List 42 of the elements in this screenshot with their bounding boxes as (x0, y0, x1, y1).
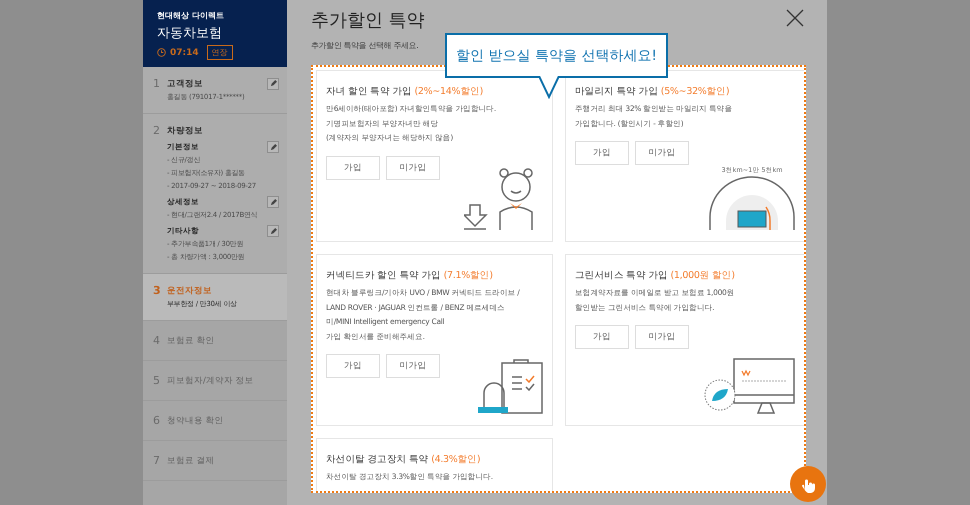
tooltip-bubble: 할인 받으실 특약을 선택하세요! (445, 33, 668, 78)
step-number: 5 (153, 374, 161, 387)
extend-button[interactable]: 연장 (206, 45, 233, 60)
option-button[interactable]: 미가입 (386, 156, 440, 180)
close-icon[interactable] (785, 8, 805, 28)
edit-button[interactable] (267, 225, 279, 237)
clipboard-siren-drawing (478, 359, 544, 415)
touch-button[interactable] (790, 466, 826, 502)
step-number: 4 (153, 334, 161, 347)
tooltip-tail-icon (539, 76, 559, 99)
option-button[interactable]: 가입 (326, 156, 380, 180)
modal-subtitle: 추가할인 특약을 선택해 주세요. (311, 40, 418, 51)
option-button[interactable]: 가입 (326, 354, 380, 378)
option-title: 마일리지 특약 가입 (5%~32%할인) (575, 85, 730, 98)
option-button[interactable]: 미가입 (635, 325, 689, 349)
clock-icon (157, 48, 166, 57)
pencil-icon (270, 80, 276, 87)
edit-button[interactable] (267, 196, 279, 208)
option-button[interactable]: 미가입 (386, 354, 440, 378)
step-number: 6 (153, 414, 161, 427)
option-title: 커넥티드카 할인 특약 가입 (7.1%할인) (326, 269, 494, 282)
step-number: 2 (153, 124, 161, 137)
pencil-icon (270, 144, 276, 150)
edit-button[interactable] (267, 141, 279, 153)
pencil-icon (270, 198, 276, 206)
brand-text: 현대해상 다이렉트 (157, 10, 225, 21)
modal-title: 추가할인 특약 (311, 9, 425, 32)
pencil-icon (270, 228, 276, 234)
edit-button[interactable] (267, 78, 279, 90)
step-number: 1 (153, 77, 161, 90)
option-button[interactable]: 가입 (575, 141, 629, 165)
product-title: 자동차보험 (157, 25, 223, 42)
option-button[interactable]: 미가입 (635, 141, 689, 165)
option-title: 차선이탈 경고장치 특약 (4.3%할인) (326, 453, 482, 466)
step-title[interactable]: 고객정보 (167, 78, 261, 90)
step-number: 3 (153, 284, 161, 297)
option-title: 그린서비스 특약 가입 (1,000원 할인) (575, 269, 736, 282)
timer-text: 07:14 (170, 48, 199, 58)
option-title: 자녀 할인 특약 가입 (2%~14%할인) (326, 85, 484, 98)
step-title[interactable]: 차량정보 (167, 124, 279, 136)
option-button[interactable]: 가입 (575, 325, 629, 349)
step-number: 7 (153, 454, 161, 467)
